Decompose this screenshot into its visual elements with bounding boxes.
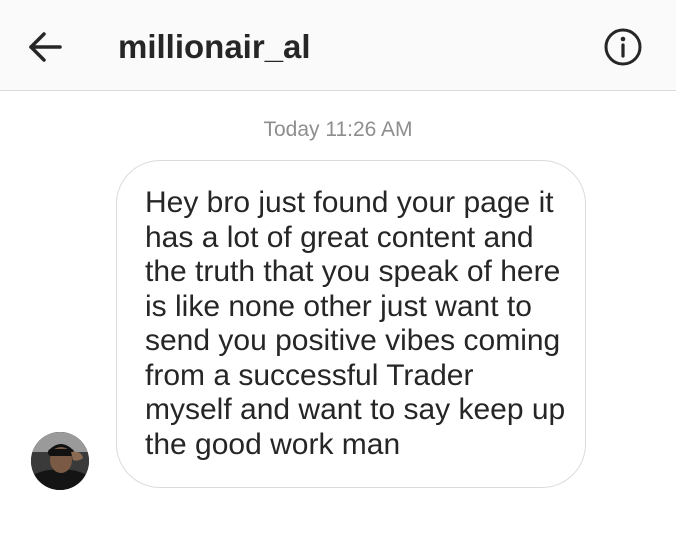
message-timestamp: Today 11:26 AM	[263, 118, 413, 141]
avatar[interactable]	[31, 432, 89, 490]
chat-title[interactable]: millionair_al	[118, 27, 311, 67]
info-circle-icon	[604, 28, 642, 66]
back-button[interactable]	[22, 24, 68, 70]
chat-header: millionair_al	[0, 0, 676, 91]
arrow-left-icon	[29, 32, 62, 62]
message-text: Hey bro just found your page it has a lo…	[145, 186, 566, 461]
info-button[interactable]	[601, 25, 645, 69]
profile-photo-icon	[31, 432, 89, 490]
